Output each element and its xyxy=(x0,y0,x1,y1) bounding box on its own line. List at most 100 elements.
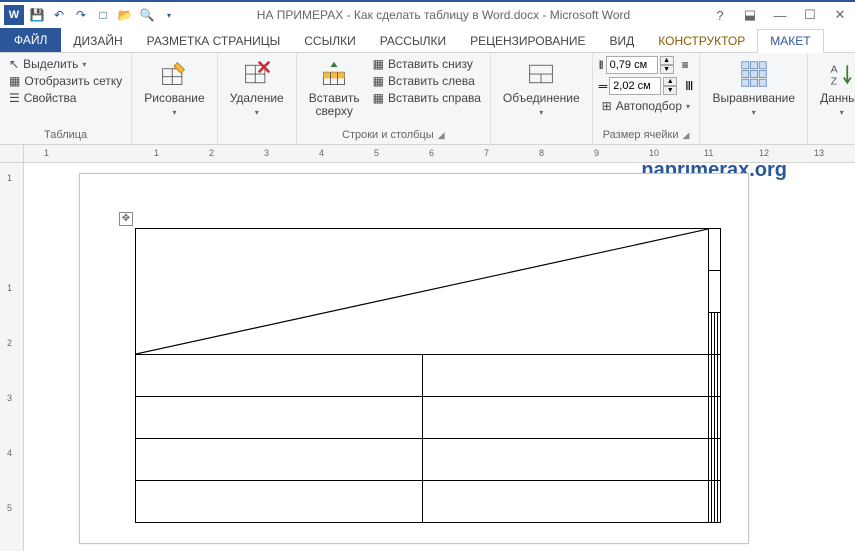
select-label: Выделить xyxy=(23,57,78,71)
minimize-icon[interactable]: — xyxy=(769,8,791,23)
group-spacer xyxy=(224,127,290,141)
save-icon[interactable]: 💾 xyxy=(28,6,46,24)
vertical-ruler[interactable]: 112345 xyxy=(0,163,24,551)
table-cell[interactable] xyxy=(422,481,709,523)
merge-label: Объединение xyxy=(503,91,580,105)
height-up-icon[interactable]: ▲ xyxy=(660,56,674,65)
ruler-corner xyxy=(0,145,24,162)
insert-below-label: Вставить снизу xyxy=(388,57,473,71)
table-cell[interactable] xyxy=(718,481,721,523)
insert-left-button[interactable]: ▦ Вставить слева xyxy=(370,73,484,89)
draw-button[interactable]: Рисование ▾ xyxy=(138,56,210,127)
insert-below-button[interactable]: ▦ Вставить снизу xyxy=(370,56,484,72)
page: ✥ xyxy=(79,173,749,544)
table-cell[interactable] xyxy=(709,271,721,313)
table-cell[interactable] xyxy=(718,355,721,397)
document-table[interactable] xyxy=(135,228,721,523)
chevron-down-icon: ▾ xyxy=(172,108,176,117)
merge-button[interactable]: Объединение ▾ xyxy=(497,56,586,127)
group-label-table: Таблица xyxy=(6,127,125,141)
ribbon-collapse-icon[interactable]: ⬓ xyxy=(739,7,761,23)
col-width-icon: ═ xyxy=(599,79,608,93)
svg-text:A: A xyxy=(830,63,837,75)
close-icon[interactable]: ✕ xyxy=(829,7,851,23)
table-cell[interactable] xyxy=(136,355,423,397)
autofit-button[interactable]: ⊞ Автоподбор ▾ xyxy=(599,98,694,114)
chevron-down-icon: ▾ xyxy=(82,60,86,69)
properties-icon: ☰ xyxy=(9,91,20,105)
table-cell[interactable] xyxy=(136,439,423,481)
horizontal-ruler[interactable]: 112345678910111213 xyxy=(24,145,855,162)
row-height-input[interactable] xyxy=(606,56,658,74)
preview-icon[interactable]: 🔍 xyxy=(138,6,156,24)
redo-icon[interactable]: ↷ xyxy=(72,6,90,24)
height-down-icon[interactable]: ▼ xyxy=(660,65,674,74)
group-spacer xyxy=(497,127,586,141)
distribute-cols-icon[interactable]: Ⅲ xyxy=(685,79,693,93)
svg-text:Z: Z xyxy=(830,76,837,88)
autofit-icon: ⊞ xyxy=(602,99,612,113)
insert-below-icon: ▦ xyxy=(373,57,384,71)
insert-above-l2: сверху xyxy=(315,104,352,118)
chevron-down-icon: ▾ xyxy=(686,102,690,111)
window-title: НА ПРИМЕРАХ - Как сделать таблицу в Word… xyxy=(178,8,709,22)
sort-icon: AZ xyxy=(826,58,855,90)
draw-label: Рисование xyxy=(144,91,204,105)
distribute-rows-icon[interactable]: ≡ xyxy=(682,58,689,72)
table-cell[interactable] xyxy=(422,397,709,439)
width-down-icon[interactable]: ▼ xyxy=(663,86,677,95)
table-move-handle-icon[interactable]: ✥ xyxy=(119,212,133,226)
table-cell[interactable] xyxy=(422,355,709,397)
tab-table-design[interactable]: КОНСТРУКТОР xyxy=(646,30,757,52)
group-label-rows-cols: Строки и столбцы xyxy=(342,129,434,141)
insert-right-icon: ▦ xyxy=(373,91,384,105)
properties-button[interactable]: ☰ Свойства xyxy=(6,90,125,106)
help-icon[interactable]: ? xyxy=(709,8,731,23)
tab-review[interactable]: РЕЦЕНЗИРОВАНИЕ xyxy=(458,30,597,52)
table-cell[interactable] xyxy=(136,481,423,523)
insert-above-icon xyxy=(318,58,350,90)
data-label: Данные xyxy=(820,91,855,105)
insert-above-button[interactable]: Вставитьсверху xyxy=(303,56,366,127)
properties-label: Свойства xyxy=(24,91,77,105)
table-cell[interactable] xyxy=(136,397,423,439)
tab-page-layout[interactable]: РАЗМЕТКА СТРАНИЦЫ xyxy=(135,30,293,52)
insert-above-l1: Вставить xyxy=(309,91,360,105)
alignment-button[interactable]: Выравнивание▾ xyxy=(706,56,801,127)
chevron-down-icon: ▾ xyxy=(539,108,543,117)
insert-right-label: Вставить справа xyxy=(388,91,481,105)
cursor-icon: ↖ xyxy=(9,57,19,71)
tab-table-layout[interactable]: МАКЕТ xyxy=(757,29,823,53)
tab-file[interactable]: ФАЙЛ xyxy=(0,28,61,52)
qat-customize-icon[interactable]: ▾ xyxy=(160,6,178,24)
table-cell[interactable] xyxy=(718,397,721,439)
dialog-launcher-icon[interactable]: ◢ xyxy=(438,130,445,141)
tab-mailings[interactable]: РАССЫЛКИ xyxy=(368,30,458,52)
data-button[interactable]: AZ Данные ▾ xyxy=(814,56,855,127)
group-spacer xyxy=(138,127,210,141)
delete-button[interactable]: Удаление▾ xyxy=(224,56,290,127)
tab-view[interactable]: ВИД xyxy=(598,30,647,52)
new-doc-icon[interactable]: □ xyxy=(94,6,112,24)
table-cell[interactable] xyxy=(718,439,721,481)
dialog-launcher-icon[interactable]: ◢ xyxy=(682,130,689,141)
undo-icon[interactable]: ↶ xyxy=(50,6,68,24)
table-cell[interactable] xyxy=(709,229,721,271)
merge-cells-icon xyxy=(525,58,557,90)
table-cell[interactable] xyxy=(718,313,721,355)
tab-design[interactable]: ДИЗАЙН xyxy=(61,30,134,52)
document-area[interactable]: naprimerax.org ✥ xyxy=(24,163,855,551)
group-label-cell-size: Размер ячейки xyxy=(603,129,679,141)
chevron-down-icon: ▾ xyxy=(752,108,756,117)
table-cell[interactable] xyxy=(422,439,709,481)
width-up-icon[interactable]: ▲ xyxy=(663,77,677,86)
col-width-input[interactable] xyxy=(609,77,661,95)
show-grid-button[interactable]: ▦ Отобразить сетку xyxy=(6,73,125,89)
open-icon[interactable]: 📂 xyxy=(116,6,134,24)
insert-right-button[interactable]: ▦ Вставить справа xyxy=(370,90,484,106)
table-cell-merged[interactable] xyxy=(136,229,709,355)
select-button[interactable]: ↖ Выделить ▾ xyxy=(6,56,125,72)
tab-references[interactable]: ССЫЛКИ xyxy=(292,30,367,52)
maximize-icon[interactable]: ☐ xyxy=(799,7,821,23)
chevron-down-icon: ▾ xyxy=(840,108,844,117)
